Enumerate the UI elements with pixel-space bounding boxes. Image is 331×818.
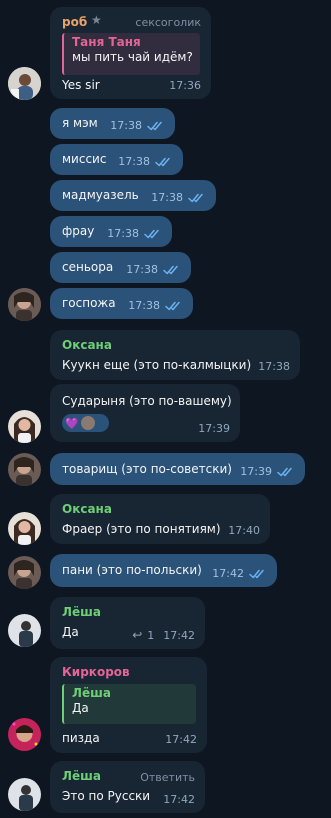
time-label: 17:39 [240, 465, 272, 478]
reply-action-button[interactable]: Ответить [140, 770, 195, 785]
read-ticks-icon [277, 467, 295, 477]
star-icon: ★ [91, 13, 102, 27]
message-meta: 17:38 [151, 190, 206, 205]
message-meta: 17:42 [163, 792, 195, 807]
sender-name[interactable]: Оксана [62, 338, 112, 353]
message-bubble-out-6[interactable]: госпожа 17:38 [50, 288, 193, 319]
avatar-kirkorov[interactable] [8, 718, 41, 751]
message-meta: ↩ 1 17:42 [132, 628, 195, 643]
time-label: 17:40 [228, 524, 260, 537]
message-meta: 17:38 [118, 154, 173, 169]
time-label: 17:38 [118, 155, 150, 168]
message-bubble-out-3[interactable]: мадмуазель 17:38 [50, 180, 216, 211]
read-ticks-icon [188, 193, 206, 203]
message-bubble-oksana-2[interactable]: Сударыня (это по-вашему) 💜 17:39 [50, 384, 240, 442]
message-bubble-out-1[interactable]: я мэм 17:38 [50, 108, 175, 139]
message-bubble-out-4[interactable]: фрау 17:38 [50, 216, 172, 247]
time-label: 17:38 [151, 191, 183, 204]
message-text: сеньора [62, 260, 114, 274]
message-meta: 17:38 [128, 298, 183, 313]
message-bubble-out-8[interactable]: пани (это по-польски) 17:42 [50, 554, 277, 587]
reply-sender: Таня Таня [72, 35, 141, 49]
time-label: 17:38 [107, 227, 139, 240]
message-bubble-kirkorov[interactable]: Киркоров Лёша Да пизда 17:42 [50, 657, 207, 753]
read-ticks-icon [165, 301, 183, 311]
message-text: Куукн еще (это по-калмыцки) [62, 358, 252, 372]
message-meta: 17:42 [212, 566, 267, 581]
message-text: госпожа [62, 296, 116, 310]
reaction-avatar [80, 416, 95, 430]
message-meta: 17:42 [165, 732, 197, 747]
message-meta: 17:39 [198, 421, 230, 436]
message-meta: 17:38 [126, 262, 181, 277]
avatar-self[interactable] [8, 556, 41, 589]
time-label: 17:42 [165, 733, 197, 746]
message-text: пани (это по-польски) [62, 563, 202, 577]
time-label: 17:42 [163, 629, 195, 642]
sender-name[interactable]: Лёша [62, 605, 101, 620]
message-text: мадмуазель [62, 188, 139, 202]
reply-quote[interactable]: Лёша Да [62, 684, 196, 724]
message-time: 17:36 [169, 78, 201, 93]
message-bubble-out-2[interactable]: миссис 17:38 [50, 144, 183, 175]
message-meta: 17:38 [258, 359, 290, 374]
message-bubble-oksana-1[interactable]: Оксана Куукн еще (это по-калмыцки) 17:38 [50, 330, 300, 380]
reply-quote[interactable]: Таня Таня мы пить чай идём? [62, 33, 200, 75]
message-bubble-lesha-2[interactable]: Лёша Ответить Это по Русски 17:42 [50, 761, 205, 813]
time-label: 17:39 [198, 422, 230, 435]
read-ticks-icon [163, 265, 181, 275]
sender-name[interactable]: роб [62, 15, 87, 30]
read-ticks-icon [249, 569, 267, 579]
avatar-self[interactable] [8, 453, 41, 486]
time-label: 17:36 [169, 79, 201, 92]
message-text: Это по Русски [62, 789, 151, 803]
avatar-oksana[interactable] [8, 410, 41, 443]
message-text: миссис [62, 152, 107, 166]
reactions[interactable]: 💜 [62, 414, 109, 432]
message-text: товарищ (это по-советски) [62, 462, 232, 476]
message-text: Сударыня (это по-вашему) [62, 394, 232, 408]
message-meta: 17:38 [107, 226, 162, 241]
heart-reaction-icon: 💜 [65, 416, 79, 430]
read-ticks-icon [155, 157, 173, 167]
avatar-oksana[interactable] [8, 512, 41, 545]
read-ticks-icon [147, 121, 165, 131]
reply-arrow-icon[interactable]: ↩ [132, 628, 142, 643]
message-text: Yes sir [62, 78, 100, 92]
time-label: 17:42 [163, 793, 195, 806]
reply-sender: Лёша [72, 686, 111, 700]
sender-name[interactable]: Оксана [62, 502, 112, 517]
sender-name[interactable]: Лёша [62, 769, 101, 784]
message-bubble-rob[interactable]: роб ★ сексоголик Таня Таня мы пить чай и… [50, 7, 211, 99]
avatar-rob[interactable] [8, 67, 41, 100]
avatar-lesha[interactable] [8, 778, 41, 811]
message-text: я мэм [62, 116, 98, 130]
message-bubble-out-5[interactable]: сеньора 17:38 [50, 252, 191, 283]
avatar-lesha[interactable] [8, 614, 41, 647]
reply-text: мы пить чай идём? [72, 50, 193, 64]
message-text: Да [62, 625, 79, 639]
time-label: 17:38 [128, 299, 160, 312]
time-label: 17:42 [212, 567, 244, 580]
message-bubble-out-7[interactable]: товарищ (это по-советски) 17:39 [50, 453, 305, 485]
message-text: пизда [62, 731, 100, 745]
message-text: Фраер (это по понятиям) [62, 522, 221, 536]
message-meta: 17:38 [110, 118, 165, 133]
avatar-self[interactable] [8, 288, 41, 321]
time-label: 17:38 [258, 360, 290, 373]
read-ticks-icon [144, 229, 162, 239]
time-label: 17:38 [110, 119, 142, 132]
message-meta: 17:40 [228, 523, 260, 538]
message-text: фрау [62, 224, 95, 238]
message-bubble-lesha-1[interactable]: Лёша Да ↩ 1 17:42 [50, 597, 205, 649]
sender-name[interactable]: Киркоров [62, 665, 130, 680]
reply-text: Да [72, 701, 89, 715]
message-meta: 17:39 [240, 464, 295, 479]
role-badge: сексоголик [135, 16, 201, 29]
time-label: 17:38 [126, 263, 158, 276]
message-bubble-oksana-3[interactable]: Оксана Фраер (это по понятиям) 17:40 [50, 494, 270, 544]
replies-count[interactable]: 1 [147, 628, 154, 643]
